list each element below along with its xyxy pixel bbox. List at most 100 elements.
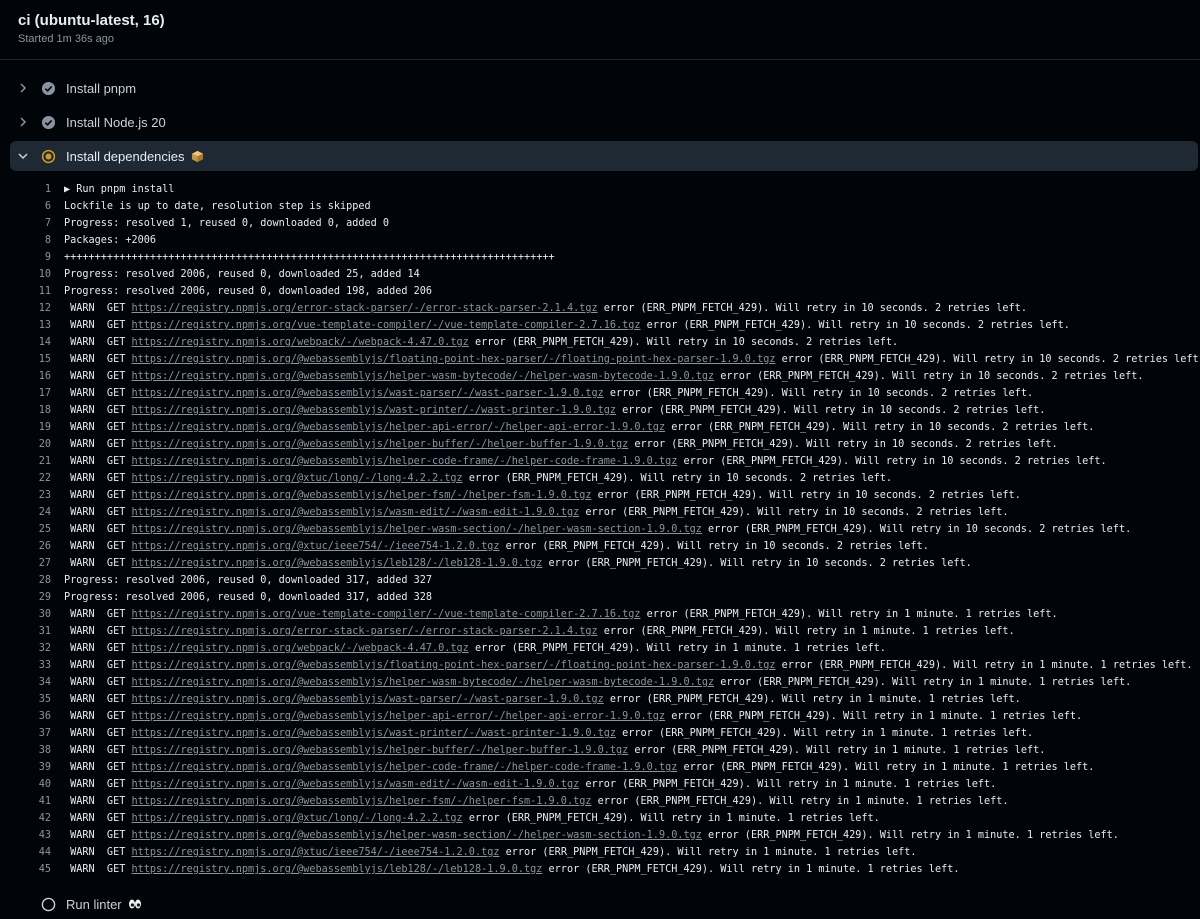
warn-message: error (ERR_PNPM_FETCH_429). Will retry i… <box>591 490 1021 501</box>
line-number[interactable]: 23 <box>0 490 64 501</box>
registry-link[interactable]: https://registry.npmjs.org/@webassemblyj… <box>131 694 603 705</box>
log-line: 14 WARN GET https://registry.npmjs.org/w… <box>0 334 1200 351</box>
registry-link[interactable]: https://registry.npmjs.org/@webassemblyj… <box>131 779 579 790</box>
log-text[interactable]: ▶ Run pnpm install <box>64 184 174 195</box>
line-number[interactable]: 34 <box>0 677 64 688</box>
registry-link[interactable]: https://registry.npmjs.org/@webassemblyj… <box>131 456 677 467</box>
registry-link[interactable]: https://registry.npmjs.org/@xtuc/long/-/… <box>131 813 462 824</box>
log-line: 17 WARN GET https://registry.npmjs.org/@… <box>0 385 1200 402</box>
registry-link[interactable]: https://registry.npmjs.org/error-stack-p… <box>131 626 597 637</box>
line-number[interactable]: 40 <box>0 779 64 790</box>
line-number[interactable]: 18 <box>0 405 64 416</box>
registry-link[interactable]: https://registry.npmjs.org/@webassemblyj… <box>131 660 775 671</box>
line-number[interactable]: 26 <box>0 541 64 552</box>
registry-link[interactable]: https://registry.npmjs.org/@webassemblyj… <box>131 728 616 739</box>
warn-prefix: WARN GET <box>64 320 132 331</box>
line-number[interactable]: 10 <box>0 269 64 280</box>
registry-link[interactable]: https://registry.npmjs.org/@webassemblyj… <box>131 490 591 501</box>
warn-prefix: WARN GET <box>64 864 132 875</box>
registry-link[interactable]: https://registry.npmjs.org/@webassemblyj… <box>131 388 603 399</box>
registry-link[interactable]: https://registry.npmjs.org/vue-template-… <box>131 609 640 620</box>
line-number[interactable]: 28 <box>0 575 64 586</box>
log-line: 36 WARN GET https://registry.npmjs.org/@… <box>0 708 1200 725</box>
warn-message: error (ERR_PNPM_FETCH_429). Will retry i… <box>499 541 929 552</box>
registry-link[interactable]: https://registry.npmjs.org/@webassemblyj… <box>131 524 701 535</box>
line-number[interactable]: 13 <box>0 320 64 331</box>
chevron-right-icon[interactable] <box>10 82 36 94</box>
line-number[interactable]: 12 <box>0 303 64 314</box>
line-number[interactable]: 41 <box>0 796 64 807</box>
warn-message: error (ERR_PNPM_FETCH_429). Will retry i… <box>677 762 1095 773</box>
line-number[interactable]: 19 <box>0 422 64 433</box>
step-install-pnpm[interactable]: Install pnpm <box>10 73 1198 103</box>
line-number[interactable]: 45 <box>0 864 64 875</box>
warn-prefix: WARN GET <box>64 779 132 790</box>
registry-link[interactable]: https://registry.npmjs.org/@webassemblyj… <box>131 796 591 807</box>
line-number[interactable]: 6 <box>0 201 64 212</box>
line-number[interactable]: 37 <box>0 728 64 739</box>
line-number[interactable]: 25 <box>0 524 64 535</box>
registry-link[interactable]: https://registry.npmjs.org/webpack/-/web… <box>131 337 468 348</box>
step-install-nodejs[interactable]: Install Node.js 20 <box>10 107 1198 137</box>
line-number[interactable]: 32 <box>0 643 64 654</box>
line-number[interactable]: 7 <box>0 218 64 229</box>
line-number[interactable]: 21 <box>0 456 64 467</box>
registry-link[interactable]: https://registry.npmjs.org/error-stack-p… <box>131 303 597 314</box>
registry-link[interactable]: https://registry.npmjs.org/@webassemblyj… <box>131 507 579 518</box>
line-number[interactable]: 8 <box>0 235 64 246</box>
log-line: 34 WARN GET https://registry.npmjs.org/@… <box>0 674 1200 691</box>
registry-link[interactable]: https://registry.npmjs.org/vue-template-… <box>131 320 640 331</box>
registry-link[interactable]: https://registry.npmjs.org/@xtuc/ieee754… <box>131 541 499 552</box>
line-number[interactable]: 29 <box>0 592 64 603</box>
line-number[interactable]: 24 <box>0 507 64 518</box>
step-run-linter[interactable]: Run linter <box>10 889 1198 919</box>
warn-prefix: WARN GET <box>64 405 132 416</box>
registry-link[interactable]: https://registry.npmjs.org/@webassemblyj… <box>131 405 616 416</box>
registry-link[interactable]: https://registry.npmjs.org/@webassemblyj… <box>131 830 701 841</box>
line-number[interactable]: 30 <box>0 609 64 620</box>
registry-link[interactable]: https://registry.npmjs.org/@webassemblyj… <box>131 354 775 365</box>
line-number[interactable]: 9 <box>0 252 64 263</box>
line-number[interactable]: 16 <box>0 371 64 382</box>
registry-link[interactable]: https://registry.npmjs.org/webpack/-/web… <box>131 643 468 654</box>
registry-link[interactable]: https://registry.npmjs.org/@webassemblyj… <box>131 745 628 756</box>
line-number[interactable]: 33 <box>0 660 64 671</box>
line-number[interactable]: 11 <box>0 286 64 297</box>
chevron-right-icon[interactable] <box>10 116 36 128</box>
line-number[interactable]: 38 <box>0 745 64 756</box>
log-line: 8 Packages: +2006 <box>0 232 1200 249</box>
registry-link[interactable]: https://registry.npmjs.org/@webassemblyj… <box>131 558 542 569</box>
line-number[interactable]: 1 <box>0 184 64 195</box>
job-header: ci (ubuntu-latest, 16) Started 1m 36s ag… <box>18 11 165 45</box>
warn-message: error (ERR_PNPM_FETCH_429). Will retry i… <box>579 507 1009 518</box>
line-number[interactable]: 17 <box>0 388 64 399</box>
registry-link[interactable]: https://registry.npmjs.org/@webassemblyj… <box>131 371 714 382</box>
warn-message: error (ERR_PNPM_FETCH_429). Will retry i… <box>640 320 1070 331</box>
line-number[interactable]: 31 <box>0 626 64 637</box>
line-number[interactable]: 22 <box>0 473 64 484</box>
line-number[interactable]: 15 <box>0 354 64 365</box>
registry-link[interactable]: https://registry.npmjs.org/@xtuc/long/-/… <box>131 473 462 484</box>
line-number[interactable]: 39 <box>0 762 64 773</box>
warn-message: error (ERR_PNPM_FETCH_429). Will retry i… <box>775 660 1193 671</box>
line-number[interactable]: 14 <box>0 337 64 348</box>
line-number[interactable]: 44 <box>0 847 64 858</box>
registry-link[interactable]: https://registry.npmjs.org/@webassemblyj… <box>131 439 628 450</box>
step-install-dependencies[interactable]: Install dependencies <box>10 141 1198 171</box>
job-title: ci (ubuntu-latest, 16) <box>18 12 165 29</box>
log-line: 16 WARN GET https://registry.npmjs.org/@… <box>0 368 1200 385</box>
registry-link[interactable]: https://registry.npmjs.org/@webassemblyj… <box>131 864 542 875</box>
line-number[interactable]: 27 <box>0 558 64 569</box>
line-number[interactable]: 43 <box>0 830 64 841</box>
line-number[interactable]: 42 <box>0 813 64 824</box>
registry-link[interactable]: https://registry.npmjs.org/@xtuc/ieee754… <box>131 847 499 858</box>
registry-link[interactable]: https://registry.npmjs.org/@webassemblyj… <box>131 677 714 688</box>
chevron-down-icon[interactable] <box>10 150 36 162</box>
registry-link[interactable]: https://registry.npmjs.org/@webassemblyj… <box>131 422 665 433</box>
registry-link[interactable]: https://registry.npmjs.org/@webassemblyj… <box>131 762 677 773</box>
line-number[interactable]: 35 <box>0 694 64 705</box>
line-number[interactable]: 36 <box>0 711 64 722</box>
registry-link[interactable]: https://registry.npmjs.org/@webassemblyj… <box>131 711 665 722</box>
warn-prefix: WARN GET <box>64 371 132 382</box>
line-number[interactable]: 20 <box>0 439 64 450</box>
